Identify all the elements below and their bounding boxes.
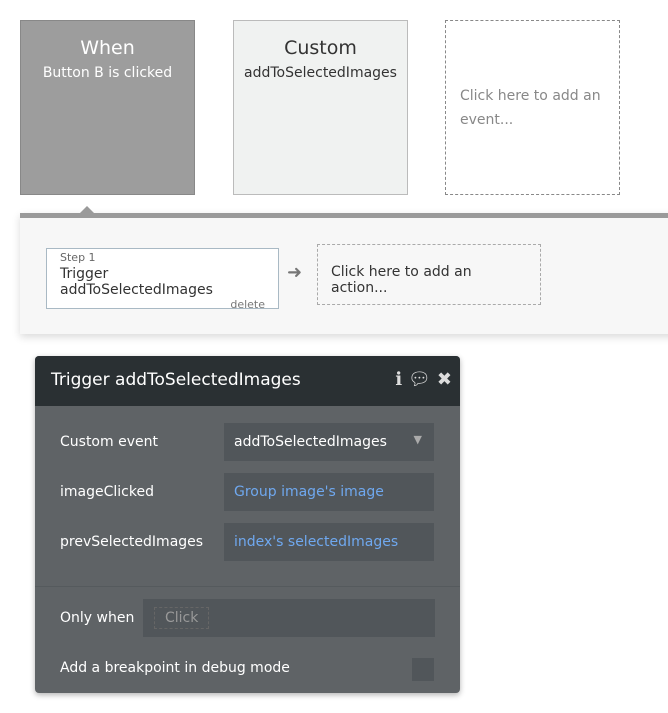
event-card-custom[interactable]: Custom addToSelectedImages — [233, 20, 408, 195]
add-event-button[interactable]: Click here to add an event... — [445, 20, 620, 195]
only-when-label: Only when — [60, 610, 135, 626]
only-when-input[interactable]: Click — [143, 599, 435, 637]
event-subtitle: addToSelectedImages — [244, 65, 397, 81]
event-title: When — [80, 37, 135, 59]
chevron-down-icon: ▼ — [413, 433, 422, 446]
prev-selected-images-input[interactable]: index's selectedImages — [224, 523, 434, 561]
info-icon[interactable]: ℹ — [395, 369, 402, 390]
divider — [35, 586, 460, 587]
panel-title: Trigger addToSelectedImages — [51, 370, 301, 390]
param-label: prevSelectedImages — [60, 534, 204, 550]
custom-event-value: addToSelectedImages — [234, 434, 387, 450]
selected-event-pointer — [79, 206, 95, 214]
step-title: Trigger addToSelectedImages — [60, 266, 213, 298]
arrow-right-icon: ➜ — [287, 262, 303, 283]
panel-header: Trigger addToSelectedImages ℹ 💬︎ ✖ — [35, 356, 460, 406]
event-card-when[interactable]: When Button B is clicked — [20, 20, 195, 195]
param-label: imageClicked — [60, 484, 154, 500]
comment-icon[interactable]: 💬︎ — [408, 369, 431, 390]
step-card[interactable]: Step 1 Trigger addToSelectedImages delet… — [46, 248, 279, 311]
step-label: Step 1 — [60, 251, 96, 264]
custom-event-dropdown[interactable]: addToSelectedImages ▼ — [224, 423, 434, 461]
only-when-placeholder: Click — [154, 607, 210, 629]
custom-event-label: Custom event — [60, 434, 158, 450]
image-clicked-input[interactable]: Group image's image — [224, 473, 434, 511]
close-icon[interactable]: ✖ — [437, 369, 452, 390]
breakpoint-checkbox[interactable] — [412, 658, 434, 681]
delete-step-link[interactable]: delete — [60, 298, 265, 311]
event-subtitle: Button B is clicked — [42, 65, 173, 81]
action-properties-panel: Trigger addToSelectedImages ℹ 💬︎ ✖ Custo… — [35, 356, 460, 693]
breakpoint-label: Add a breakpoint in debug mode — [60, 660, 290, 676]
add-action-button[interactable]: Click here to add an action... — [317, 244, 541, 305]
event-title: Custom — [284, 37, 357, 59]
